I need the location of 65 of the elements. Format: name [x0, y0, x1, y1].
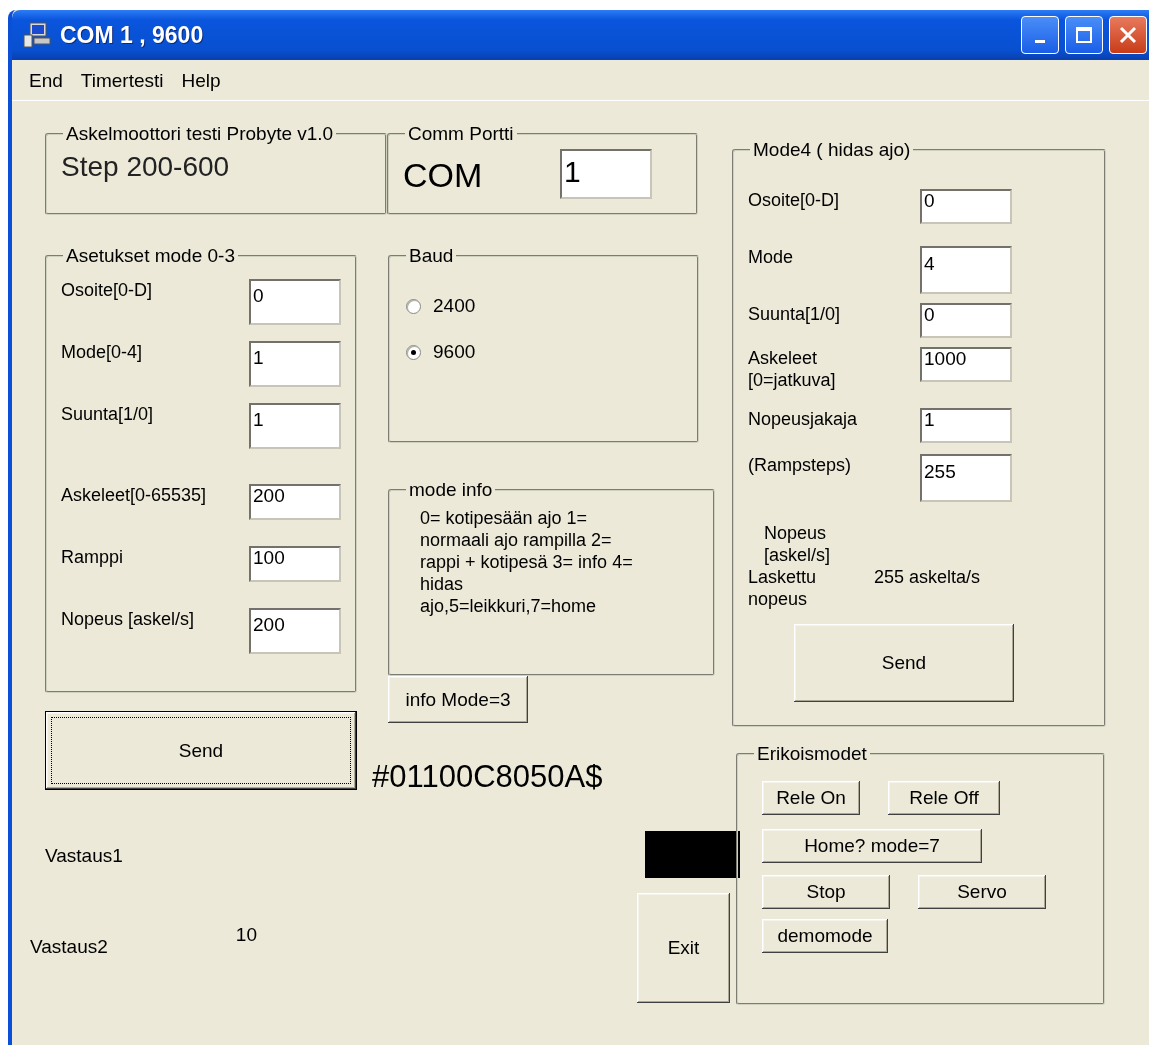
- send-button[interactable]: Send: [45, 711, 357, 790]
- group-title: Baud: [408, 245, 455, 267]
- port-label: COM: [403, 155, 483, 195]
- field-label: Mode: [748, 246, 795, 268]
- field-label: Nopeusjakaja: [748, 408, 859, 430]
- mode-button[interactable]: Home? mode=7: [762, 829, 982, 863]
- input-field[interactable]: 1: [249, 341, 341, 387]
- group-title: Asetukset mode 0-3: [65, 245, 236, 267]
- send-button[interactable]: Send: [794, 624, 1014, 702]
- exit-button[interactable]: Exit: [637, 893, 730, 1003]
- info-text: 0= kotipesään ajo 1= normaali ajo rampilla 2= rappi + kotipesä 3= info 4= hidas ajo,5=leikkuri,7=home: [419, 507, 634, 617]
- computer-icon: [22, 21, 52, 49]
- field-label: Osoite[0-D]: [748, 189, 841, 211]
- mode-button[interactable]: Servo: [918, 875, 1046, 909]
- close-button[interactable]: [1109, 16, 1147, 54]
- menu-item[interactable]: End: [20, 68, 72, 94]
- speed-label: Nopeus [askel/s]: [764, 522, 832, 566]
- field-label: Suunta[1/0]: [61, 403, 155, 425]
- input-field[interactable]: 1: [249, 403, 341, 449]
- input-field[interactable]: 4: [920, 246, 1012, 294]
- computed-speed: 255 askelta/s: [874, 566, 982, 588]
- radio-option[interactable]: 9600: [406, 341, 476, 363]
- info-button[interactable]: info Mode=3: [388, 676, 528, 723]
- response-label: Vastaus1: [45, 845, 123, 866]
- port-field[interactable]: 1: [560, 149, 652, 199]
- field-label: Mode[0-4]: [61, 341, 144, 363]
- mode-button[interactable]: Rele Off: [888, 781, 1000, 815]
- radio-option[interactable]: 2400: [406, 295, 476, 317]
- input-field[interactable]: 0: [249, 279, 341, 325]
- field-label: Osoite[0-D]: [61, 279, 154, 301]
- menu-item[interactable]: Timertesti: [71, 68, 173, 94]
- input-field[interactable]: 1: [920, 408, 1012, 443]
- computed-label: Laskettu nopeus: [748, 566, 818, 610]
- group-title: Comm Portti: [407, 123, 515, 145]
- minimize-button[interactable]: [1021, 16, 1059, 54]
- field-label: Suunta[1/0]: [748, 303, 842, 325]
- mode-button[interactable]: Stop: [762, 875, 890, 909]
- group-title: Askelmoottori testi Probyte v1.0: [65, 123, 335, 145]
- field-label: Askeleet[0-65535]: [61, 484, 208, 506]
- maximize-button[interactable]: [1065, 16, 1103, 54]
- maximize-icon: [1075, 26, 1093, 44]
- group-title: Mode4 ( hidas ajo): [752, 139, 912, 161]
- group-title: Erikoismodet: [756, 743, 868, 765]
- input-field[interactable]: 1000: [920, 347, 1012, 382]
- input-field[interactable]: 0: [920, 189, 1012, 224]
- mode-button[interactable]: demomode: [762, 919, 888, 953]
- response-value: 10: [235, 924, 257, 946]
- input-field[interactable]: 200: [249, 484, 341, 520]
- response-label: Vastaus2: [30, 936, 108, 958]
- mode-button[interactable]: Rele On: [762, 781, 860, 815]
- version-text: Step 200-600: [61, 151, 231, 183]
- close-icon: [1118, 25, 1138, 45]
- input-field[interactable]: 255: [920, 454, 1012, 502]
- window-title: COM 1 , 9600: [60, 21, 204, 49]
- field-label: Askeleet [0=jatkuva]: [748, 347, 837, 391]
- input-field[interactable]: 0: [920, 303, 1012, 338]
- input-field[interactable]: 100: [249, 546, 341, 582]
- input-field[interactable]: 200: [249, 608, 341, 654]
- group-title: mode info: [408, 479, 494, 501]
- minimize-icon: [1035, 39, 1045, 43]
- field-label: Nopeus [askel/s]: [61, 608, 196, 630]
- menu-item[interactable]: Help: [172, 68, 230, 94]
- command-text: #01100C8050A$: [372, 759, 604, 795]
- field-label: Ramppi: [61, 546, 125, 568]
- field-label: (Rampsteps): [748, 454, 853, 476]
